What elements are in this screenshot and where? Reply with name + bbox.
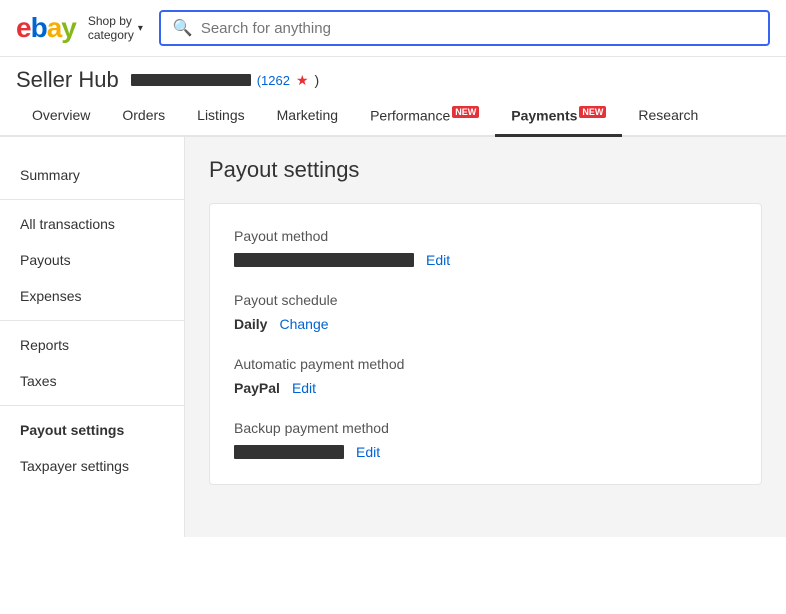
- performance-new-badge: NEW: [452, 106, 479, 118]
- main-layout: Summary All transactions Payouts Expense…: [0, 137, 786, 537]
- auto-payment-edit-link[interactable]: Edit: [292, 380, 316, 396]
- search-bar[interactable]: 🔍: [159, 10, 770, 46]
- tab-payments[interactable]: PaymentsNEW: [495, 97, 622, 137]
- payments-new-badge: NEW: [579, 106, 606, 118]
- page-title: Payout settings: [209, 157, 762, 183]
- header: ebay Shop by category ▾ 🔍: [0, 0, 786, 57]
- auto-payment-label: Automatic payment method: [234, 356, 737, 372]
- sidebar-item-payout-settings[interactable]: Payout settings: [0, 412, 184, 448]
- seller-hub-bar: Seller Hub (1262 ★ ): [0, 57, 786, 97]
- sidebar-item-taxpayer-settings[interactable]: Taxpayer settings: [0, 448, 184, 484]
- shop-by-category[interactable]: Shop by category ▾: [88, 14, 143, 42]
- backup-payment-redacted: [234, 445, 344, 459]
- payout-schedule-section: Payout schedule Daily Change: [234, 292, 737, 332]
- sidebar-divider-1: [0, 199, 184, 200]
- feedback-bar-fill: [131, 74, 251, 86]
- settings-card: Payout method Edit Payout schedule Daily…: [209, 203, 762, 485]
- payout-method-label: Payout method: [234, 228, 737, 244]
- tab-performance[interactable]: PerformanceNEW: [354, 97, 495, 137]
- auto-payment-value: PayPal: [234, 380, 280, 396]
- feedback-bar: (1262 ★ ): [131, 72, 319, 89]
- feedback-close: ): [315, 72, 320, 88]
- nav-tabs: Overview Orders Listings Marketing Perfo…: [0, 97, 786, 137]
- tab-orders[interactable]: Orders: [106, 97, 181, 136]
- payout-schedule-label: Payout schedule: [234, 292, 737, 308]
- payout-schedule-change-link[interactable]: Change: [279, 316, 328, 332]
- tab-marketing[interactable]: Marketing: [261, 97, 354, 136]
- sidebar: Summary All transactions Payouts Expense…: [0, 137, 185, 537]
- sidebar-item-taxes[interactable]: Taxes: [0, 363, 184, 399]
- sidebar-item-expenses[interactable]: Expenses: [0, 278, 184, 314]
- feedback-count[interactable]: (1262: [257, 73, 290, 88]
- shop-by-label: Shop by: [88, 14, 134, 28]
- payout-method-edit-link[interactable]: Edit: [426, 252, 450, 268]
- payout-method-row: Edit: [234, 252, 737, 268]
- backup-payment-row: Edit: [234, 444, 737, 460]
- payout-method-section: Payout method Edit: [234, 228, 737, 268]
- search-icon: 🔍: [173, 18, 193, 38]
- tab-listings[interactable]: Listings: [181, 97, 260, 136]
- payout-schedule-row: Daily Change: [234, 316, 737, 332]
- auto-payment-row: PayPal Edit: [234, 380, 737, 396]
- backup-payment-section: Backup payment method Edit: [234, 420, 737, 460]
- sidebar-divider-2: [0, 320, 184, 321]
- auto-payment-section: Automatic payment method PayPal Edit: [234, 356, 737, 396]
- content-area: Payout settings Payout method Edit Payou…: [185, 137, 786, 537]
- sidebar-item-all-transactions[interactable]: All transactions: [0, 206, 184, 242]
- payout-method-redacted: [234, 253, 414, 267]
- sidebar-divider-3: [0, 405, 184, 406]
- sidebar-item-summary[interactable]: Summary: [0, 157, 184, 193]
- tab-overview[interactable]: Overview: [16, 97, 106, 136]
- ebay-logo[interactable]: ebay: [16, 12, 76, 44]
- star-icon: ★: [296, 72, 309, 89]
- backup-payment-edit-link[interactable]: Edit: [356, 444, 380, 460]
- tab-research[interactable]: Research: [622, 97, 714, 136]
- sidebar-item-reports[interactable]: Reports: [0, 327, 184, 363]
- payout-schedule-value: Daily: [234, 316, 267, 332]
- shop-by-sub: category: [88, 28, 134, 42]
- backup-payment-label: Backup payment method: [234, 420, 737, 436]
- search-input[interactable]: [201, 20, 756, 37]
- sidebar-item-payouts[interactable]: Payouts: [0, 242, 184, 278]
- chevron-down-icon: ▾: [138, 23, 143, 34]
- seller-hub-title: Seller Hub: [16, 67, 119, 93]
